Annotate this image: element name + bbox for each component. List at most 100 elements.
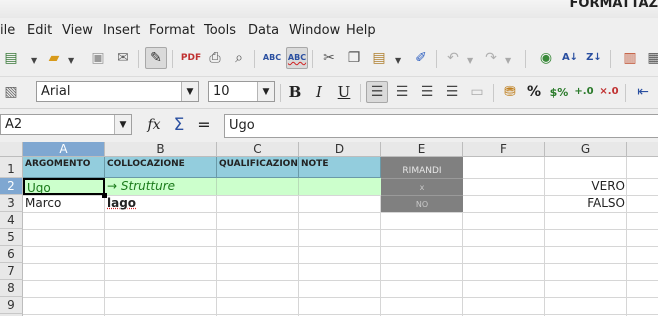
column-header-e[interactable]: E (381, 142, 463, 157)
currency-format-icon[interactable]: ⛃ (499, 81, 521, 103)
column-header-d[interactable]: D (299, 142, 381, 157)
cell-c2[interactable] (217, 178, 299, 195)
redo-icon[interactable]: ↷ (480, 47, 502, 69)
menu-file[interactable]: ile (0, 23, 15, 38)
cut-icon[interactable]: ✂ (318, 47, 340, 69)
styles-icon[interactable]: ▧ (0, 81, 22, 103)
column-header-f[interactable]: F (463, 142, 545, 157)
cell-b3[interactable]: lago (105, 195, 217, 212)
cell-a1[interactable]: ARGOMENTO (23, 157, 105, 178)
menu-edit[interactable]: Edit (27, 23, 52, 38)
menu-data[interactable]: Data (248, 23, 279, 38)
email-icon[interactable]: ✉ (112, 47, 134, 69)
export-pdf-icon[interactable]: PDF (180, 47, 202, 69)
name-box-dropdown-arrow[interactable]: ▼ (114, 115, 131, 134)
save-icon[interactable]: ▣ (87, 47, 109, 69)
gridline (23, 263, 658, 264)
row-header-6[interactable]: 6 (0, 246, 23, 263)
standard-format-icon[interactable]: $% (548, 81, 570, 103)
autofill-handle[interactable] (102, 193, 107, 198)
bold-button[interactable]: B (284, 81, 306, 103)
formula-button[interactable]: = (193, 114, 215, 136)
row-header-5[interactable]: 5 (0, 229, 23, 246)
align-center-icon[interactable]: ☰ (391, 81, 413, 103)
cell-e3[interactable]: NO (381, 195, 463, 212)
add-decimal-icon[interactable]: +.0 (573, 81, 595, 103)
insert-chart-icon[interactable]: ▥ (619, 47, 641, 69)
sum-button[interactable]: Σ (168, 114, 190, 136)
function-wizard-button[interactable]: fx (143, 114, 165, 136)
redo-dropdown-arrow[interactable]: ▼ (505, 56, 511, 65)
new-document-icon[interactable]: ▤ (0, 47, 22, 69)
cell-b2[interactable]: → Strutture (105, 178, 217, 195)
font-name-value: Arial (41, 84, 71, 99)
toolbar-separator (493, 84, 494, 102)
underline-button[interactable]: U (333, 81, 355, 103)
undo-icon[interactable]: ↶ (442, 47, 464, 69)
merge-cells-icon[interactable]: ▭ (466, 81, 488, 103)
menu-window[interactable]: Window (289, 23, 340, 38)
copy-icon[interactable]: ❐ (343, 47, 365, 69)
row-header-9[interactable]: 9 (0, 297, 23, 314)
cell-b1[interactable]: COLLOCAZIONE (105, 157, 217, 178)
row-header-4[interactable]: 4 (0, 212, 23, 229)
decrease-indent-icon[interactable]: ⇤ (632, 81, 654, 103)
sort-ascending-icon[interactable]: A↓ (559, 47, 581, 69)
clone-formatting-icon[interactable]: ✐ (410, 47, 432, 69)
cell-e2[interactable]: x (381, 178, 463, 195)
column-header-b[interactable]: B (105, 142, 217, 157)
cell-g3[interactable]: FALSO (545, 195, 627, 212)
edit-file-icon[interactable]: ✎ (145, 47, 167, 69)
column-header-a[interactable]: A (23, 142, 105, 157)
open-folder-icon[interactable]: ▰ (43, 47, 65, 69)
justify-icon[interactable]: ☰ (441, 81, 463, 103)
column-header-c[interactable]: C (217, 142, 299, 157)
row-header-3[interactable]: 3 (0, 195, 23, 212)
menu-bar: ile Edit View Insert Format Tools Data W… (0, 20, 658, 42)
column-header-h-partial[interactable] (627, 142, 658, 157)
open-dropdown-arrow[interactable]: ▼ (68, 56, 74, 65)
delete-decimal-icon[interactable]: ×.0 (598, 81, 620, 103)
select-all-corner[interactable] (0, 142, 23, 157)
font-name-dropdown-arrow[interactable]: ▼ (181, 82, 198, 101)
font-size-box[interactable]: 10 ▼ (208, 81, 275, 102)
cell-d1[interactable]: NOTE (299, 157, 381, 178)
cell-a2[interactable]: Ugo (23, 178, 105, 195)
percent-format-button[interactable]: % (523, 81, 545, 103)
undo-dropdown-arrow[interactable]: ▼ (467, 56, 473, 65)
menu-format[interactable]: Format (149, 23, 195, 38)
spreadsheet-grid: A B C D E F G 1 2 3 4 5 6 7 8 9 10 ARGOM… (0, 142, 658, 316)
font-size-dropdown-arrow[interactable]: ▼ (257, 82, 274, 101)
menu-insert[interactable]: Insert (103, 23, 140, 38)
sort-descending-icon[interactable]: Z↓ (583, 47, 605, 69)
print-icon[interactable]: ⎙ (204, 47, 226, 69)
column-header-g[interactable]: G (545, 142, 627, 157)
menu-help[interactable]: Help (346, 23, 376, 38)
pivot-table-icon[interactable]: ▦ (643, 47, 658, 69)
align-left-icon[interactable]: ☰ (366, 81, 388, 103)
paste-dropdown-arrow[interactable]: ▼ (395, 56, 401, 65)
name-box[interactable]: A2 ▼ (0, 114, 132, 135)
cell-g2[interactable]: VERO (545, 178, 627, 195)
font-name-box[interactable]: Arial ▼ (36, 81, 199, 102)
cell-a3[interactable]: Marco (23, 195, 105, 212)
paste-icon[interactable]: ▤ (368, 47, 390, 69)
print-preview-icon[interactable]: ⌕ (228, 47, 250, 69)
autospellcheck-icon[interactable]: ABC (286, 47, 308, 69)
italic-button[interactable]: I (308, 81, 330, 103)
cell-c1[interactable]: QUALIFICAZIONI (217, 157, 299, 178)
cell-d2[interactable] (299, 178, 381, 195)
align-right-icon[interactable]: ☰ (416, 81, 438, 103)
menu-tools[interactable]: Tools (204, 23, 236, 38)
navigator-icon[interactable]: ◉ (535, 47, 557, 69)
menu-view[interactable]: View (62, 23, 93, 38)
row-header-8[interactable]: 8 (0, 280, 23, 297)
row-header-2[interactable]: 2 (0, 178, 23, 195)
cell-e1[interactable]: RIMANDI (381, 157, 463, 178)
spellcheck-icon[interactable]: ABC (261, 47, 283, 69)
new-dropdown-arrow[interactable]: ▼ (31, 56, 37, 65)
toolbar-separator (625, 84, 626, 102)
row-header-7[interactable]: 7 (0, 263, 23, 280)
row-header-1[interactable]: 1 (0, 157, 23, 178)
formula-input[interactable]: Ugo (224, 114, 658, 138)
